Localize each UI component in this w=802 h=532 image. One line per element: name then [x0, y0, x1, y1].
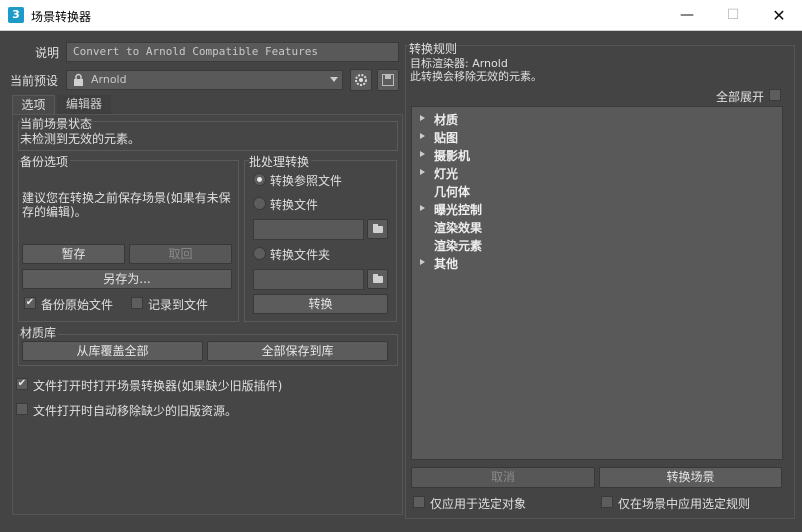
backup-advice: 建议您在转换之前保存场景(如果有未保存的编辑)。: [22, 191, 231, 219]
log-to-file-checkbox[interactable]: [131, 297, 143, 309]
title-bar: 3 场景转换器 — ☐ ✕: [0, 0, 802, 31]
rule-item-other[interactable]: 其他: [434, 255, 458, 272]
rule-item-maps[interactable]: 贴图: [434, 129, 458, 146]
rule-item-materials[interactable]: 材质: [434, 111, 458, 128]
expand-all-checkbox[interactable]: [769, 89, 781, 101]
app-icon: 3: [8, 7, 24, 23]
preset-save-button[interactable]: [377, 69, 399, 91]
description-label: 说明: [35, 46, 60, 60]
selected-rules-checkbox[interactable]: [601, 496, 613, 508]
convert-file-label: 转换文件: [270, 198, 319, 212]
gear-icon: [355, 74, 367, 86]
rule-item-geometry[interactable]: 几何体: [434, 183, 470, 200]
minimize-button[interactable]: —: [664, 0, 710, 31]
fetch-button[interactable]: 取回: [129, 244, 232, 264]
rule-item-render-effects[interactable]: 渲染效果: [434, 219, 482, 236]
tab-options[interactable]: 选项: [12, 95, 55, 115]
hold-button[interactable]: 暂存: [22, 244, 125, 264]
convert-folder-radio[interactable]: [253, 247, 266, 260]
expand-arrow-icon[interactable]: [420, 169, 425, 175]
save-as-button[interactable]: 另存为...: [22, 269, 232, 289]
convert-scene-button[interactable]: 转换场景: [599, 467, 782, 488]
preset-label: 当前预设: [10, 74, 59, 88]
auto-remove-checkbox[interactable]: [16, 403, 28, 415]
convert-folder-label: 转换文件夹: [270, 248, 331, 262]
selected-only-checkbox[interactable]: [413, 496, 425, 508]
convert-file-path-input[interactable]: [253, 219, 364, 240]
expand-arrow-icon[interactable]: [420, 133, 425, 139]
open-on-file-open-checkbox[interactable]: ✔: [16, 378, 28, 390]
open-on-file-open-label: 文件打开时打开场景转换器(如果缺少旧版插件): [33, 379, 283, 393]
expand-arrow-icon[interactable]: [420, 259, 425, 265]
rule-item-cameras[interactable]: 摄影机: [434, 147, 470, 164]
remove-note: 此转换会移除无效的元素。: [410, 70, 542, 83]
log-to-file-label: 记录到文件: [148, 298, 209, 312]
auto-remove-label: 文件打开时自动移除缺少的旧版资源。: [33, 404, 238, 418]
save-all-to-library-button[interactable]: 全部保存到库: [207, 341, 388, 361]
overwrite-from-library-button[interactable]: 从库覆盖全部: [22, 341, 203, 361]
expand-arrow-icon[interactable]: [420, 151, 425, 157]
convert-xref-label: 转换参照文件: [270, 174, 343, 188]
selected-only-label: 仅应用于选定对象: [430, 497, 527, 511]
folder-icon[interactable]: [367, 219, 388, 239]
convert-folder-path-input[interactable]: [253, 269, 364, 290]
backup-title: 备份选项: [20, 153, 71, 170]
convert-file-radio[interactable]: [253, 197, 266, 210]
chevron-down-icon: [330, 77, 338, 82]
expand-arrow-icon[interactable]: [420, 115, 425, 121]
preset-dropdown[interactable]: Arnold: [66, 70, 343, 90]
scene-status-message: 未检测到无效的元素。: [20, 132, 141, 146]
save-icon: [382, 74, 394, 86]
selected-rules-label: 仅在场景中应用选定规则: [618, 497, 751, 511]
tab-options-label: 选项: [21, 98, 46, 112]
expand-arrow-icon[interactable]: [420, 205, 425, 211]
description-field[interactable]: Convert to Arnold Compatible Features: [66, 42, 399, 62]
folder-icon[interactable]: [367, 269, 388, 289]
expand-all-label: 全部展开: [716, 90, 765, 104]
rule-item-render-elements[interactable]: 渲染元素: [434, 237, 482, 254]
rule-item-lights[interactable]: 灯光: [434, 165, 458, 182]
preset-value: Arnold: [91, 73, 127, 86]
batch-title: 批处理转换: [249, 153, 312, 170]
convert-xref-radio[interactable]: [253, 173, 266, 186]
cancel-button[interactable]: 取消: [411, 467, 595, 488]
material-library-title: 材质库: [20, 324, 59, 341]
window-title: 场景转换器: [31, 10, 92, 24]
tab-editor[interactable]: 编辑器: [57, 95, 111, 114]
batch-convert-button[interactable]: 转换: [253, 294, 388, 314]
close-button[interactable]: ✕: [756, 0, 802, 31]
tab-editor-label: 编辑器: [65, 97, 102, 111]
rule-item-exposure-control[interactable]: 曝光控制: [434, 201, 482, 218]
backup-original-checkbox[interactable]: ✔: [24, 297, 36, 309]
maximize-button[interactable]: ☐: [710, 0, 756, 31]
preset-settings-button[interactable]: [350, 69, 372, 91]
backup-original-label: 备份原始文件: [41, 298, 114, 312]
lock-icon: [74, 73, 83, 86]
